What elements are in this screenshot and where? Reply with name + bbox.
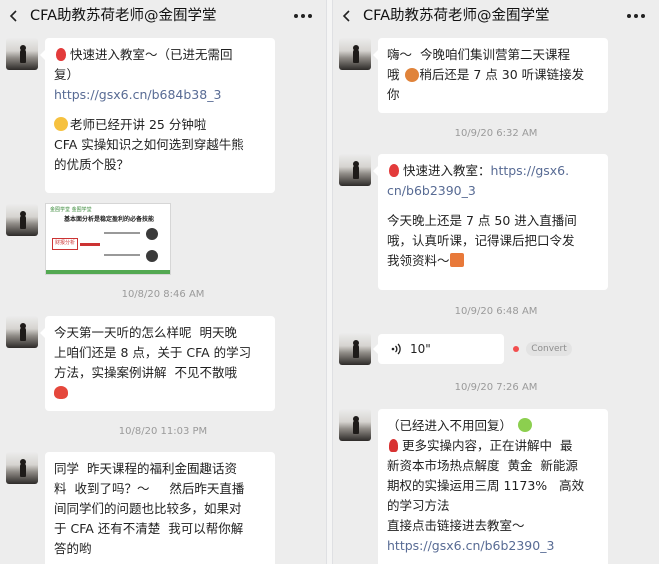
- thumbnail-title: 基本面分析是稳定盈利的必备技能: [64, 216, 155, 223]
- thumbnail-label: 财报分析: [55, 240, 76, 246]
- message-bubble[interactable]: 快速进入教室：https://gsx6. cn/b6b2390_3 今天晚上还是…: [373, 154, 608, 290]
- message-text: 今天晚上还是 7 点 50 进入直播间: [387, 213, 577, 228]
- chat-title: CFA助教苏荷老师@金囿学堂: [363, 8, 550, 24]
- avatar[interactable]: [339, 409, 371, 441]
- timestamp: 10/8/20 8:46 AM: [121, 289, 205, 300]
- message-text: 老师已经开讲 25 分钟啦: [70, 117, 207, 132]
- message-link[interactable]: cn/b6b2390_3: [387, 181, 599, 201]
- message-bubble[interactable]: 同学 昨天课程的福利金囿趣话资 料 收到了吗？～ 然后昨天直播 间同学们的问题也…: [45, 452, 275, 564]
- right-chat-pane: CFA助教苏荷老师@金囿学堂 嗨～ 今晚咱们集训营第二天课程 哦 稍后还是 7 …: [333, 0, 659, 564]
- message-text: 方法，实操案例讲解 不见不散哦: [54, 365, 237, 380]
- message-text: 期权的实操运用三周 1173% 高效: [387, 478, 585, 493]
- back-chevron-icon[interactable]: [341, 10, 353, 22]
- message-text: CFA 实操知识之如何选到穿越牛熊: [54, 137, 244, 152]
- genie-emoji-icon: [518, 418, 533, 432]
- message-link[interactable]: https://gsx6.cn/b6b2390_3: [387, 536, 599, 556]
- avatar[interactable]: [6, 38, 38, 70]
- timestamp: 10/9/20 6:48 AM: [454, 306, 538, 317]
- message-link[interactable]: https://gsx6.: [491, 163, 570, 178]
- chat-header: CFA助教苏荷老师@金囿学堂: [0, 0, 326, 32]
- more-options-icon[interactable]: [627, 14, 645, 20]
- message-text: 复）: [54, 67, 80, 82]
- back-chevron-icon[interactable]: [8, 10, 20, 22]
- voice-duration: 10": [410, 342, 431, 356]
- rose-icon: [389, 439, 398, 452]
- cartoon-figure-icon: [146, 250, 158, 262]
- message-text: 我领资料～: [387, 253, 450, 268]
- voice-message[interactable]: 10": [373, 334, 504, 364]
- timestamp: 10/8/20 11:03 PM: [118, 426, 208, 437]
- message-text: 同学 昨天课程的福利金囿趣话资: [54, 461, 237, 476]
- message-text: （已经进入不用回复）: [387, 418, 513, 433]
- avatar[interactable]: [6, 452, 38, 484]
- convert-button[interactable]: Convert: [526, 342, 572, 356]
- message-text: 你: [387, 87, 400, 102]
- thumbnail-arrow: [80, 243, 100, 246]
- message-text: 上咱们还是 8 点，关于 CFA 的学习: [54, 345, 252, 360]
- message-text: 间同学们的问题也比较多，如果对: [54, 501, 242, 516]
- heart-icon: [54, 386, 68, 399]
- chat-title: CFA助教苏荷老师@金囿学堂: [30, 8, 217, 24]
- message-text: 直接点击链接进去教室～: [387, 518, 525, 533]
- thumbnail-text-line: [104, 232, 140, 234]
- balloon-icon: [389, 164, 399, 177]
- message-link[interactable]: https://gsx6.cn/b684b38_3: [54, 85, 266, 105]
- thumbnail-text-line: [104, 254, 140, 256]
- message-text: 的学习方法: [387, 498, 450, 513]
- message-bubble[interactable]: 快速进入教室～（已进无需回 复） https://gsx6.cn/b684b38…: [40, 38, 275, 193]
- balloon-icon: [56, 48, 66, 61]
- timestamp: 10/9/20 6:32 AM: [454, 128, 538, 139]
- avatar[interactable]: [6, 316, 38, 348]
- message-bubble[interactable]: 今天第一天听的怎么样呢 明天晚 上咱们还是 8 点，关于 CFA 的学习 方法，…: [40, 316, 275, 411]
- image-message[interactable]: 金囿学堂 金囿学堂 基本面分析是稳定盈利的必备技能 财报分析: [45, 203, 171, 275]
- left-chat-pane: CFA助教苏荷老师@金囿学堂 快速进入教室～（已进无需回 复） https://…: [0, 0, 326, 564]
- message-text: 快速进入教室：: [403, 163, 491, 178]
- cartoon-figure-icon: [146, 228, 158, 240]
- avatar[interactable]: [339, 333, 371, 365]
- thumbnail-footer: [46, 270, 170, 274]
- message-bubble[interactable]: （已经进入不用回复） 更多实操内容，正在讲解中 最 新资本市场热点解度 黄金 新…: [378, 409, 608, 564]
- message-text: 新资本市场热点解度 黄金 新能源: [387, 458, 578, 473]
- gift-icon: [449, 253, 464, 267]
- message-text: 嗨～ 今晚咱们集训营第二天课程: [387, 47, 570, 62]
- more-options-icon[interactable]: [294, 14, 312, 20]
- unread-indicator: [513, 346, 519, 352]
- message-text: 今天第一天听的怎么样呢 明天晚: [54, 325, 237, 340]
- grin-emoji-icon: [54, 117, 68, 131]
- message-text: 的优质个股？: [54, 157, 130, 172]
- pane-divider: [327, 0, 332, 564]
- message-text: 快速进入教室～（已进无需回: [70, 47, 233, 62]
- timestamp: 10/9/20 7:26 AM: [454, 382, 538, 393]
- avatar[interactable]: [339, 154, 371, 186]
- message-bubble[interactable]: 嗨～ 今晚咱们集训营第二天课程 哦 稍后还是 7 点 30 听课链接发 你: [373, 38, 608, 113]
- message-text: 更多实操内容，正在讲解中 最: [402, 438, 573, 453]
- person-emoji-icon: [405, 68, 419, 82]
- message-text: 于 CFA 还有不清楚 我可以帮你解: [54, 521, 244, 536]
- chat-header: CFA助教苏荷老师@金囿学堂: [333, 0, 659, 32]
- message-text: 料 收到了吗？～ 然后昨天直播: [54, 481, 245, 496]
- thumbnail-header: 金囿学堂 金囿学堂: [50, 207, 92, 213]
- avatar[interactable]: [339, 38, 371, 70]
- message-text: 哦，认真听课，记得课后把口令发: [387, 233, 575, 248]
- voice-wave-icon: [391, 343, 401, 355]
- avatar[interactable]: [6, 204, 38, 236]
- message-text: 答的哟: [54, 541, 92, 556]
